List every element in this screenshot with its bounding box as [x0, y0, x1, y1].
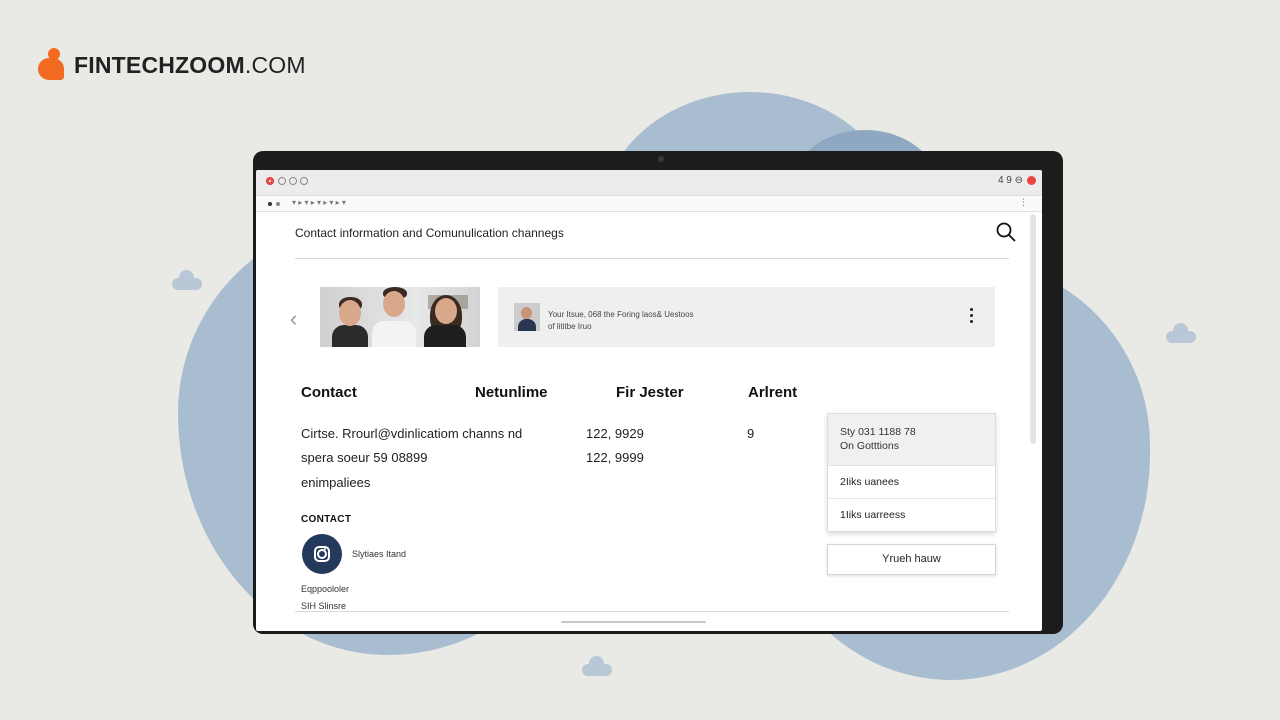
column-header: Fir Jester — [616, 384, 684, 401]
column-header: Contact — [301, 384, 357, 401]
action-button[interactable]: Yrueh hauw — [827, 544, 996, 575]
brand-logo: FINTECHZOOM.COM — [38, 48, 306, 82]
brand-name: FINTECHZOOM.COM — [74, 51, 306, 78]
contact-detail: SIH Slinsre — [301, 601, 347, 611]
window-titlebar: 4 9 ⊖ — [256, 170, 1042, 196]
browser-window: 4 9 ⊖ ▾ ▸ ▾ ▸ ▾ ▸ ▾ ▸ ▾ ⋮ Contact inform… — [256, 170, 1042, 631]
dropdown-header-line: On Gotttions — [840, 440, 899, 452]
contact-detail: Eqppoololer — [301, 584, 350, 594]
cloud-icon — [172, 270, 202, 290]
chevron-left-icon[interactable]: ‹ — [290, 306, 297, 332]
cloud-icon — [1166, 323, 1196, 343]
social-name: Slytiaes Itand — [352, 549, 407, 559]
contact-section-label: CONTACT — [301, 514, 352, 525]
divider — [295, 258, 1009, 259]
address-bar[interactable]: ▾ ▸ ▾ ▸ ▾ ▸ ▾ ▸ ▾ ⋮ — [256, 196, 1042, 212]
window-option-button[interactable] — [300, 177, 308, 185]
table-cell: 9 — [747, 426, 755, 441]
dropdown-header[interactable]: Sty 031 1188 78 On Gotttions — [828, 414, 995, 466]
column-header: Arlrent — [748, 384, 798, 401]
scrollbar[interactable] — [1030, 214, 1036, 444]
back-icon[interactable] — [268, 202, 272, 206]
instagram-icon[interactable] — [302, 534, 342, 574]
search-icon[interactable] — [996, 222, 1016, 242]
dropdown-header-line: Sty 031 1188 78 — [840, 426, 916, 438]
dropdown-item[interactable]: 2Iiks uanees — [828, 466, 995, 499]
home-indicator — [561, 621, 706, 623]
dropdown-menu[interactable]: Sty 031 1188 78 On Gotttions 2Iiks uanee… — [827, 413, 996, 532]
table-cell: Cirtse. Rrourl@vdinlicatiom channs nd — [301, 426, 523, 441]
table-cell: 122, 9929 — [586, 426, 644, 441]
cloud-icon — [582, 656, 612, 676]
minimize-window-button[interactable] — [278, 177, 286, 185]
card-subtext: of lititbe Iruo — [548, 322, 592, 331]
page-title: Contact information and Comunulication c… — [295, 226, 564, 240]
address-text[interactable]: ▾ ▸ ▾ ▸ ▾ ▸ ▾ ▸ ▾ — [292, 198, 346, 207]
dropdown-item[interactable]: 1Iiks uarreess — [828, 499, 995, 532]
table-cell: enimpaliees — [301, 475, 371, 490]
titlebar-controls[interactable]: 4 9 ⊖ — [998, 175, 1036, 186]
logo-icon — [38, 48, 66, 82]
forward-icon[interactable] — [276, 202, 280, 206]
card-thumbnail — [514, 303, 540, 331]
close-window-button[interactable] — [266, 177, 274, 185]
more-options-icon[interactable] — [970, 308, 974, 323]
card-text: Your Itsue, 068 the Foring laos& Uestoos — [548, 310, 694, 319]
carousel-card[interactable]: Your Itsue, 068 the Foring laos& Uestoos… — [498, 287, 995, 347]
table-cell: spera soeur 59 08899 — [301, 450, 428, 465]
camera-icon — [658, 156, 664, 162]
browser-menu-icon[interactable]: ⋮ — [1019, 197, 1028, 208]
close-icon[interactable] — [1027, 176, 1036, 185]
team-photo — [320, 287, 480, 347]
column-header: Netunlime — [475, 384, 548, 401]
titlebar-controls-label: 4 9 ⊖ — [997, 175, 1023, 186]
table-cell: 122, 9999 — [586, 450, 644, 465]
divider — [295, 611, 1009, 612]
maximize-window-button[interactable] — [289, 177, 297, 185]
